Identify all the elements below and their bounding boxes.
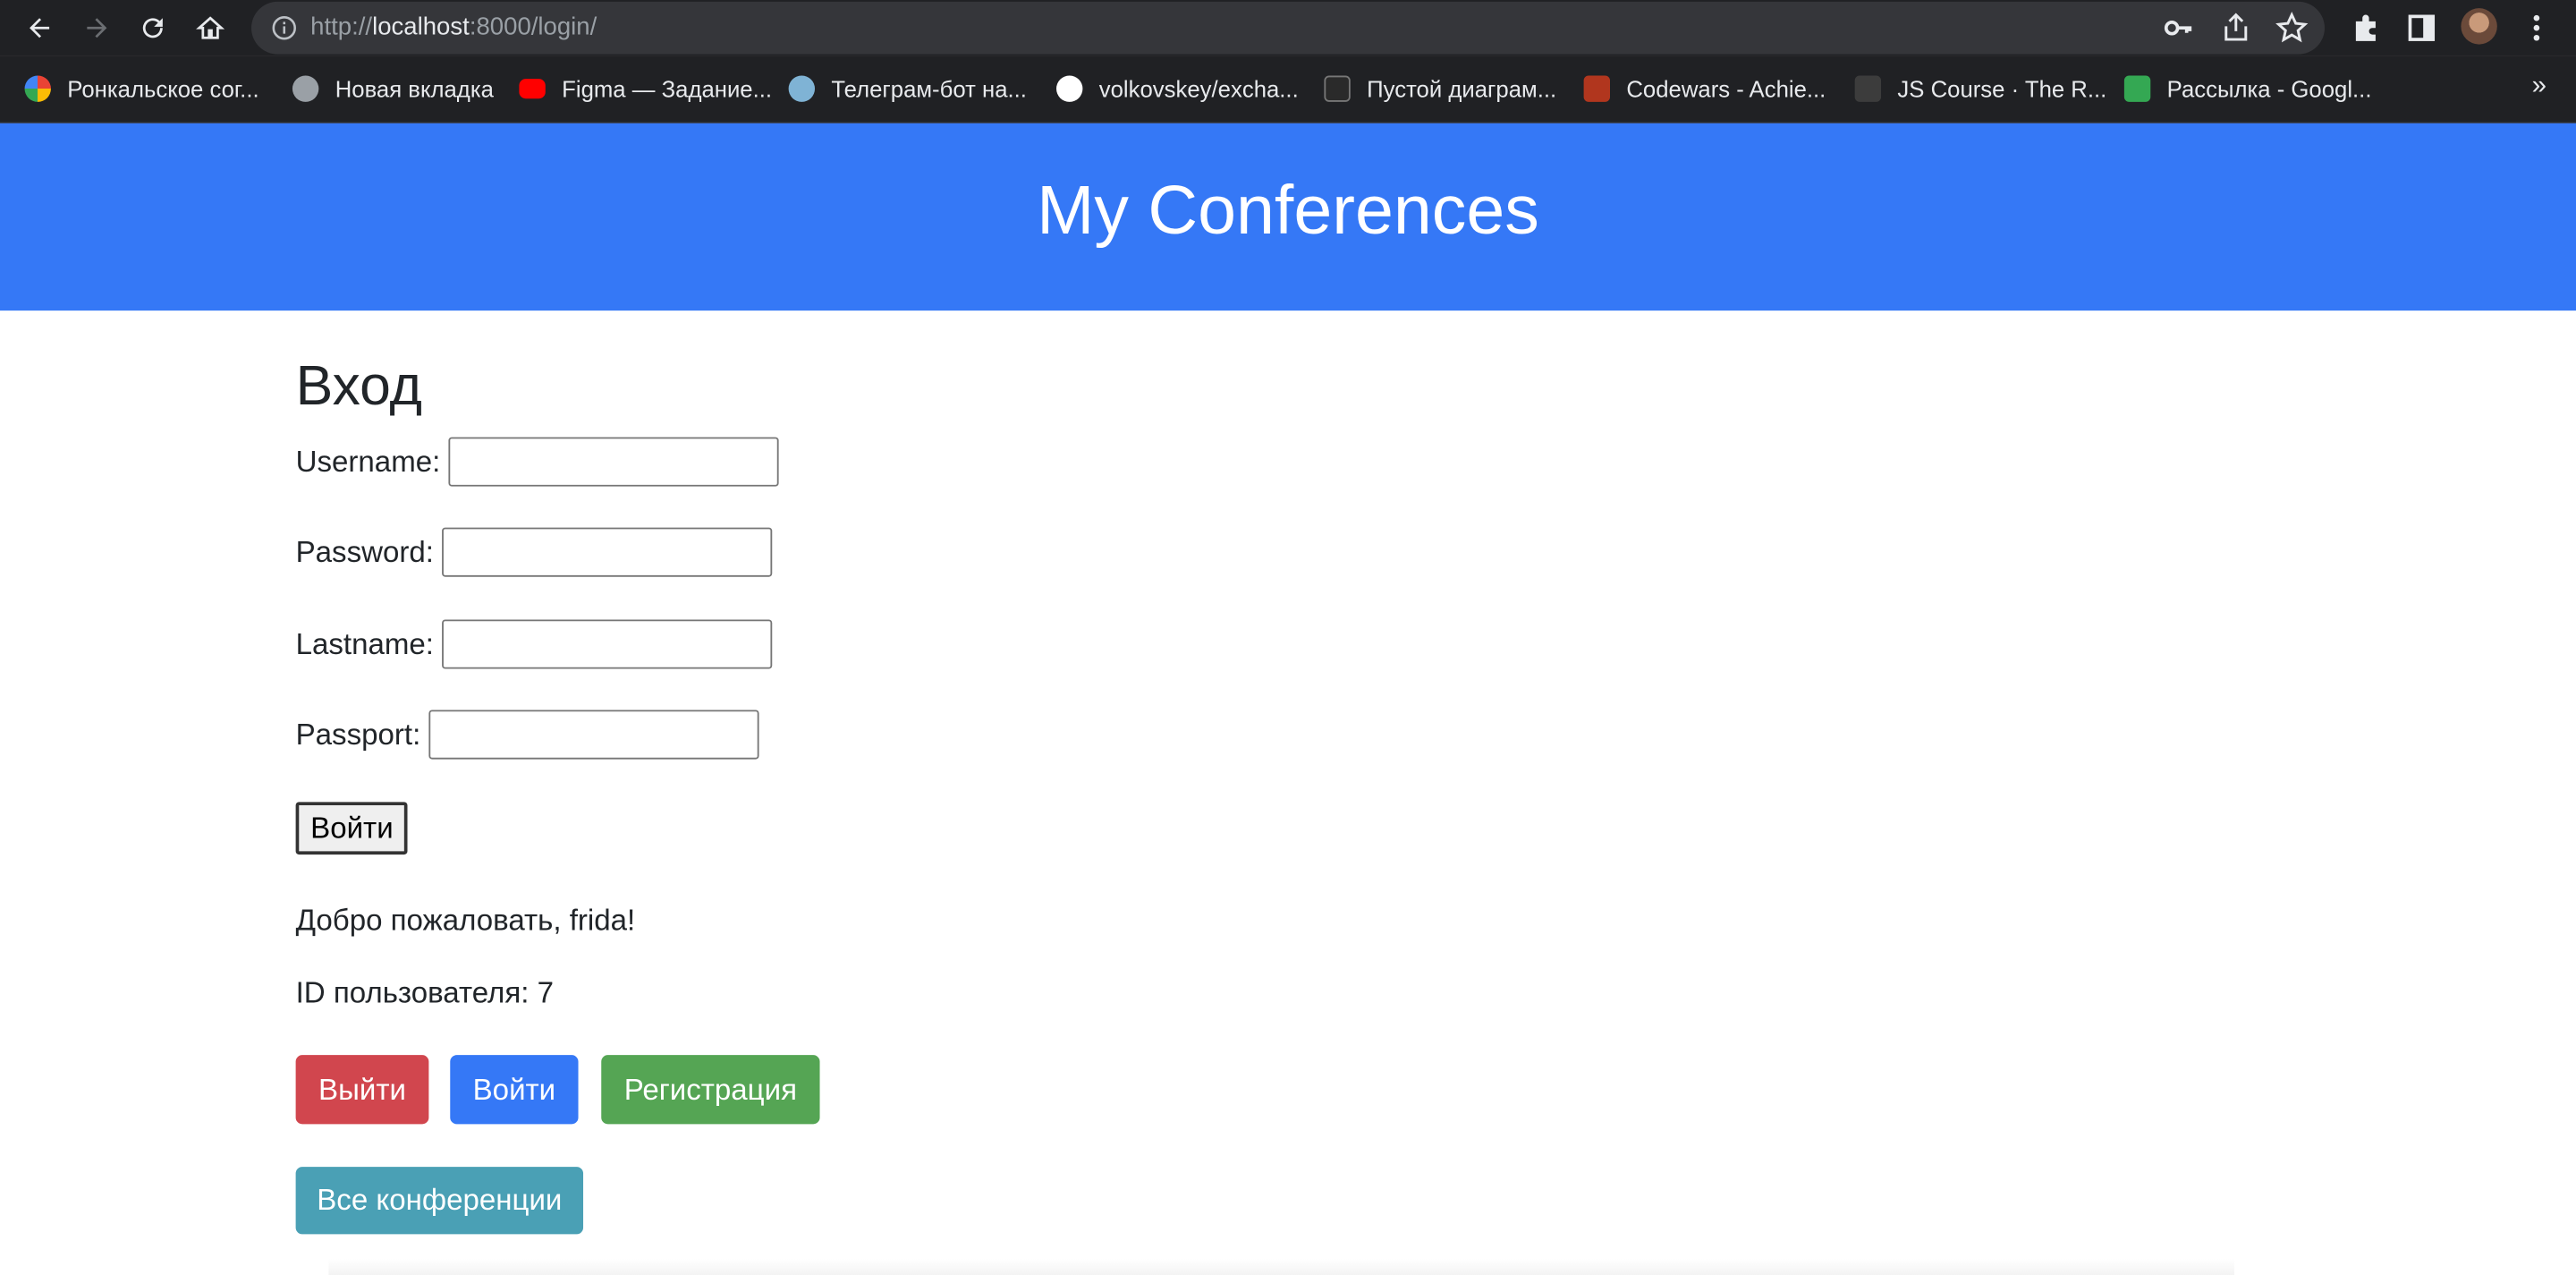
star-icon[interactable] — [2275, 12, 2309, 45]
share-icon[interactable] — [2219, 12, 2252, 45]
codewars-icon — [1583, 75, 1610, 102]
home-icon[interactable] — [191, 8, 230, 47]
bookmark-label: Телеграм-бот на... — [831, 75, 1027, 102]
footer-shadow — [328, 1258, 2234, 1275]
passport-input[interactable] — [428, 710, 759, 760]
lucid-icon — [1324, 75, 1351, 102]
globe-icon — [292, 75, 319, 102]
reload-icon[interactable] — [133, 8, 173, 47]
bookmark-item[interactable]: Codewars - Achie... — [1583, 72, 1826, 106]
bookmark-label: Новая вкладка — [335, 75, 494, 102]
site-title: My Conferences — [1037, 171, 1539, 249]
user-id-text: ID пользователя: 7 — [295, 976, 554, 1009]
login-button[interactable]: Войти — [450, 1055, 579, 1125]
passport-label: Passport: — [295, 717, 421, 751]
bookmark-item[interactable]: Figma — Задание... — [519, 72, 772, 106]
google-icon — [24, 75, 51, 102]
browser-toolbar: http://localhost:8000/login/ — [0, 0, 2576, 56]
username-row: Username: — [295, 437, 779, 487]
lastname-label: Lastname: — [295, 626, 435, 660]
github-icon — [1056, 75, 1083, 102]
youtube-icon — [519, 79, 546, 99]
key-icon[interactable] — [2162, 12, 2195, 45]
address-bar[interactable]: http://localhost:8000/login/ — [251, 1, 2325, 55]
password-label: Password: — [295, 534, 434, 568]
username-label: Username: — [295, 444, 441, 478]
register-button[interactable]: Регистрация — [601, 1055, 820, 1125]
bookmark-item[interactable]: Пустой диаграм... — [1324, 72, 1556, 106]
submit-button[interactable]: Войти — [295, 802, 409, 855]
username-input[interactable] — [448, 437, 779, 487]
bookmark-label: Пустой диаграм... — [1367, 75, 1557, 102]
bookmark-label: Codewars - Achie... — [1626, 75, 1826, 102]
all-conferences-button[interactable]: Все конференции — [295, 1167, 584, 1235]
bookmark-label: volkovskey/excha... — [1098, 75, 1299, 102]
profile-avatar[interactable] — [2461, 8, 2497, 45]
bookmark-item[interactable]: Ронкальское сог... — [24, 72, 259, 106]
passport-row: Passport: — [295, 710, 759, 760]
lastname-input[interactable] — [442, 619, 773, 669]
bookmark-label: Figma — Задание... — [562, 75, 773, 102]
bookmark-label: Ронкальское сог... — [67, 75, 259, 102]
menu-icon[interactable] — [2521, 12, 2554, 45]
bookmarks-bar: Ронкальское сог... Новая вкладка Figma —… — [0, 55, 2576, 123]
forward-icon[interactable] — [77, 8, 116, 47]
back-icon[interactable] — [20, 8, 59, 47]
bookmark-item[interactable]: JS Course · The R... — [1854, 72, 2107, 106]
extensions-icon[interactable] — [2350, 12, 2383, 45]
side-panel-icon[interactable] — [2405, 12, 2438, 45]
site-header: My Conferences — [0, 123, 2576, 311]
page-icon — [1854, 75, 1882, 102]
lastname-row: Lastname: — [295, 619, 773, 669]
more-bookmarks-button[interactable]: » — [2532, 72, 2546, 102]
logout-button[interactable]: Выйти — [295, 1055, 429, 1125]
welcome-message: Добро пожаловать, frida! — [295, 904, 636, 937]
info-icon[interactable] — [271, 15, 297, 41]
url-text[interactable]: http://localhost:8000/login/ — [310, 13, 597, 41]
bookmark-item[interactable]: Новая вкладка — [292, 72, 494, 106]
bookmark-label: JS Course · The R... — [1897, 75, 2107, 102]
bookmark-item[interactable]: volkovskey/excha... — [1056, 72, 1299, 106]
page-title: Вход — [295, 354, 422, 418]
password-row: Password: — [295, 527, 773, 577]
sheets-icon — [2123, 75, 2151, 102]
bookmark-label: Рассылка - Googl... — [2166, 75, 2372, 102]
image-icon — [788, 75, 816, 102]
bookmark-item[interactable]: Рассылка - Googl... — [2123, 72, 2372, 106]
bookmark-item[interactable]: Телеграм-бот на... — [788, 72, 1027, 106]
password-input[interactable] — [442, 527, 773, 577]
